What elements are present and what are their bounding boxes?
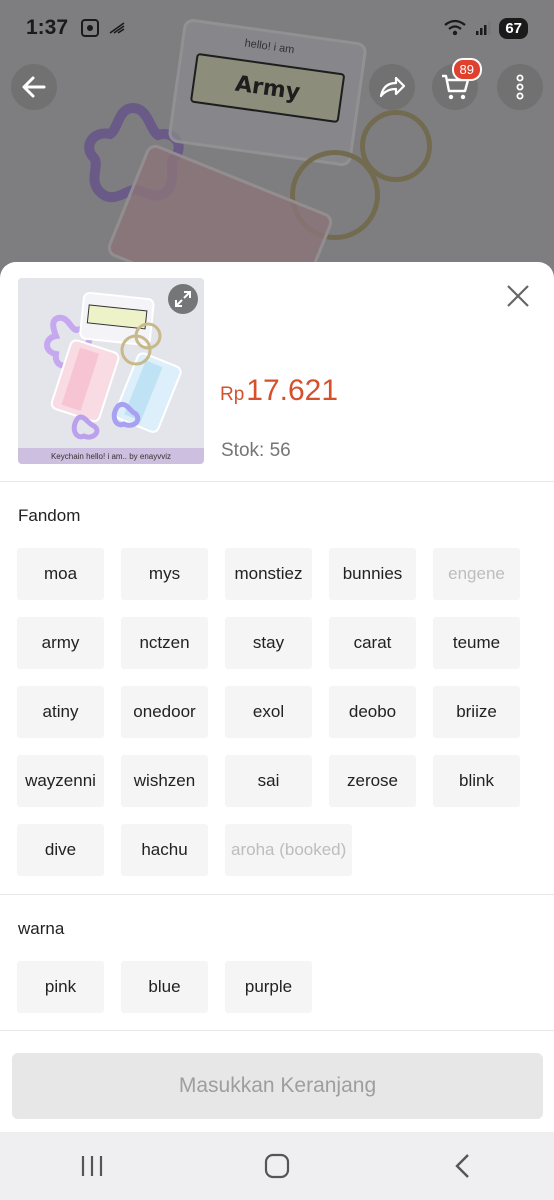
variation-option-army[interactable]: army <box>17 617 104 669</box>
wifi-icon <box>444 19 466 36</box>
variation-option-moa[interactable]: moa <box>17 548 104 600</box>
divider <box>0 1030 554 1031</box>
status-time: 1:37 <box>26 16 69 39</box>
variation-option-sai[interactable]: sai <box>225 755 312 807</box>
variation-option-pink[interactable]: pink <box>17 961 104 1013</box>
close-icon <box>507 285 529 307</box>
warna-options: pink blue purple <box>17 961 537 1013</box>
variation-option-carat[interactable]: carat <box>329 617 416 669</box>
variation-option-wayzenni[interactable]: wayzenni <box>17 755 104 807</box>
variation-option-hachu[interactable]: hachu <box>121 824 208 876</box>
product-thumbnail[interactable]: Keychain hello! i am.. by enayvviz <box>18 278 204 464</box>
screenshot-icon <box>81 19 100 37</box>
close-sheet-button[interactable] <box>500 278 536 314</box>
thumbnail-caption: Keychain hello! i am.. by enayvviz <box>18 448 204 464</box>
expand-icon <box>175 291 191 307</box>
variation-option-blue[interactable]: blue <box>121 961 208 1013</box>
variation-option-purple[interactable]: purple <box>225 961 312 1013</box>
back-button[interactable] <box>11 64 57 110</box>
recent-apps-button[interactable] <box>62 1141 122 1191</box>
variation-option-bunnies[interactable]: bunnies <box>329 548 416 600</box>
status-right-icons: 67 <box>443 17 528 39</box>
variation-option-deobo[interactable]: deobo <box>329 686 416 738</box>
variation-option-nctzen[interactable]: nctzen <box>121 617 208 669</box>
variation-option-stay[interactable]: stay <box>225 617 312 669</box>
battery-indicator: 67 <box>499 17 528 39</box>
cell-signal-icon <box>476 21 491 35</box>
variation-option-blink[interactable]: blink <box>433 755 520 807</box>
variation-option-wishzen[interactable]: wishzen <box>121 755 208 807</box>
cart-count-badge: 89 <box>451 58 482 81</box>
variation-option-atiny[interactable]: atiny <box>17 686 104 738</box>
variation-option-mys[interactable]: mys <box>121 548 208 600</box>
recent-apps-icon <box>82 1156 103 1176</box>
home-icon <box>264 1153 290 1179</box>
variation-option-exol[interactable]: exol <box>225 686 312 738</box>
variation-option-teume[interactable]: teume <box>433 617 520 669</box>
share-button[interactable] <box>369 64 415 110</box>
more-button[interactable] <box>497 64 543 110</box>
home-button[interactable] <box>247 1141 307 1191</box>
share-icon <box>379 76 406 98</box>
variation-option-onedoor[interactable]: onedoor <box>121 686 208 738</box>
variation-option-dive[interactable]: dive <box>17 824 104 876</box>
divider <box>0 481 554 482</box>
signal-strength-icon <box>109 22 125 34</box>
stock-count: Stok: 56 <box>221 440 291 461</box>
divider <box>0 894 554 895</box>
price-amount: 17.621 <box>246 374 339 407</box>
add-to-cart-button[interactable]: Masukkan Keranjang <box>12 1053 543 1119</box>
variation-option-aroha-booked: aroha (booked) <box>225 824 353 876</box>
price-currency: Rp <box>220 384 245 405</box>
status-bar: 1:37 67 <box>0 0 554 56</box>
cart-button[interactable]: 89 <box>432 58 482 110</box>
nav-back-icon <box>454 1154 469 1178</box>
nav-back-button[interactable] <box>432 1141 492 1191</box>
variation-option-monstiez[interactable]: monstiez <box>225 548 312 600</box>
more-icon <box>516 74 524 100</box>
variation-title-warna: warna <box>18 919 65 938</box>
status-notification-icons <box>80 18 126 38</box>
variation-title-fandom: Fandom <box>18 506 81 525</box>
product-price: Rp 17.621 <box>220 374 338 408</box>
back-arrow-icon <box>22 76 46 98</box>
system-navigation-bar <box>0 1132 554 1200</box>
variation-bottom-sheet: Keychain hello! i am.. by enayvviz Rp 17… <box>0 262 554 1132</box>
variation-option-zerose[interactable]: zerose <box>329 755 416 807</box>
variation-option-engene: engene <box>433 548 520 600</box>
expand-image-button[interactable] <box>168 284 198 314</box>
variation-option-briize[interactable]: briize <box>433 686 520 738</box>
fandom-options: moa mys monstiez bunnies engene army nctzen sta… <box>17 548 537 876</box>
